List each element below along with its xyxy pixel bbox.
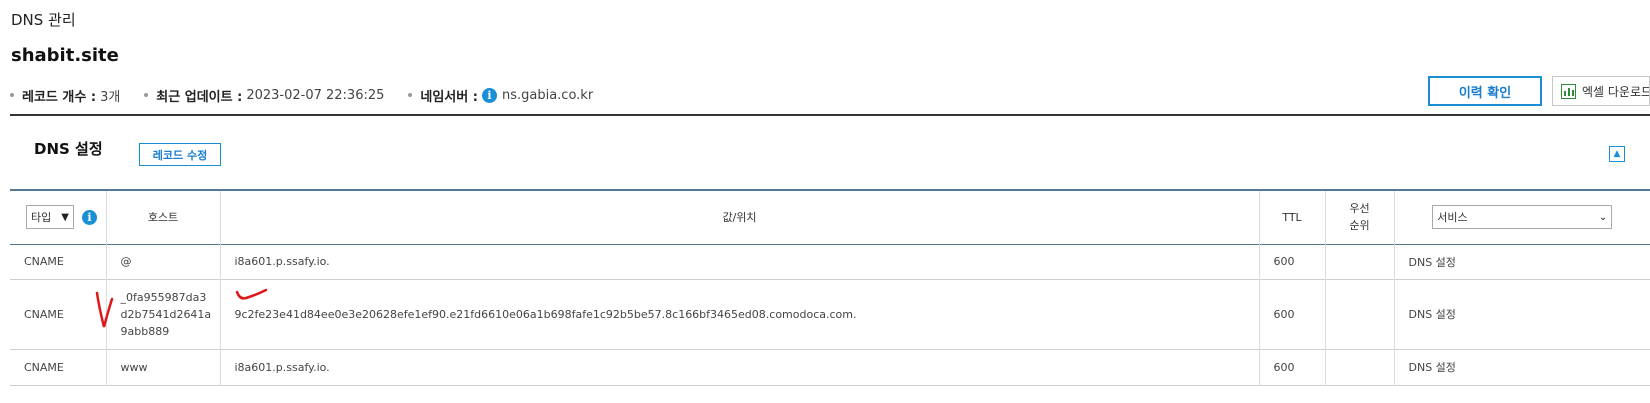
table-header-row: 타입 ▼ i 호스트 값/위치 TTL 우선 순위 서비스 ⌄ — [10, 190, 1650, 244]
host-cell: @ — [106, 244, 221, 279]
service-select-value: 서비스 — [1437, 211, 1468, 225]
excel-download-button[interactable]: 엑셀 다운로드 — [1552, 76, 1650, 106]
edit-records-button[interactable]: 레코드 수정 — [139, 143, 221, 166]
info-icon[interactable]: i — [82, 209, 97, 225]
priority-cell — [1325, 349, 1395, 385]
history-button[interactable]: 이력 확인 — [1428, 76, 1542, 106]
bullet-icon — [144, 93, 149, 97]
last-update: 최근 업데이트 : 2023-02-07 22:36:25 — [144, 86, 384, 105]
type-cell: CNAME — [10, 279, 107, 349]
record-count-label: 레코드 개수 : — [22, 89, 97, 105]
host-cell: _0fa955987da3d2b7541d2641a9abb889 — [106, 279, 221, 349]
type-select[interactable]: 타입 ▼ — [26, 205, 74, 230]
record-count-value: 3개 — [100, 89, 121, 105]
ttl-cell: 600 — [1259, 279, 1326, 349]
info-icon[interactable]: i — [481, 87, 497, 103]
page-title: shabit.site — [11, 45, 119, 66]
ttl-header: TTL — [1259, 190, 1326, 244]
divider — [10, 114, 1650, 116]
type-cell: CNAME — [10, 349, 107, 385]
service-header: 서비스 ⌄ — [1394, 190, 1650, 244]
chevron-down-icon: ▼ — [61, 211, 69, 223]
service-select[interactable]: 서비스 ⌄ — [1432, 205, 1613, 230]
bullet-icon — [408, 93, 413, 97]
service-cell: DNS 설정 — [1408, 361, 1456, 374]
type-header: 타입 ▼ i — [10, 190, 107, 244]
nameserver-label: 네임서버 : — [420, 89, 478, 105]
value-header: 값/위치 — [220, 190, 1260, 244]
table-row[interactable]: CNAME @ i8a601.p.ssafy.io. 600 DNS 설정 — [10, 244, 1650, 279]
ttl-cell: 600 — [1259, 244, 1326, 279]
chevron-down-icon: ⌄ — [1598, 211, 1608, 223]
host-value: _0fa955987da3d2b7541d2641a9abb889 — [120, 290, 212, 338]
last-update-label: 최근 업데이트 : — [156, 89, 243, 105]
excel-chart-icon — [1561, 83, 1576, 99]
domain-meta: 레코드 개수 : 3개 최근 업데이트 : 2023-02-07 22:36:2… — [10, 86, 617, 105]
host-cell: www — [106, 349, 221, 385]
table-row[interactable]: CNAME _0fa955987da3d2b7541d2641a9abb889 … — [10, 279, 1650, 349]
type-cell: CNAME — [10, 244, 107, 279]
value-cell: 9c2fe23e41d84ee0e3e20628efe1ef90.e21fd66… — [220, 279, 1260, 349]
collapse-icon[interactable]: ▲ — [1609, 146, 1625, 162]
priority-header: 우선 순위 — [1325, 190, 1395, 244]
host-header: 호스트 — [106, 190, 221, 244]
value-cell: i8a601.p.ssafy.io. — [220, 244, 1260, 279]
service-cell: DNS 설정 — [1408, 308, 1456, 321]
nameserver-value: ns.gabia.co.kr — [501, 87, 594, 103]
table-row[interactable]: CNAME www i8a601.p.ssafy.io. 600 DNS 설정 — [10, 349, 1650, 385]
service-cell: DNS 설정 — [1408, 255, 1456, 269]
priority-cell — [1325, 279, 1395, 349]
breadcrumb: DNS 관리 — [11, 11, 76, 29]
priority-cell — [1325, 244, 1395, 279]
type-select-value: 타입 — [31, 211, 52, 225]
last-update-value: 2023-02-07 22:36:25 — [246, 87, 385, 103]
value-cell: i8a601.p.ssafy.io. — [220, 349, 1260, 385]
dns-records-table: 타입 ▼ i 호스트 값/위치 TTL 우선 순위 서비스 ⌄ CNAME @ … — [10, 189, 1650, 386]
record-count: 레코드 개수 : 3개 — [10, 86, 120, 105]
ttl-cell: 600 — [1259, 349, 1326, 385]
nameserver: 네임서버 : i ns.gabia.co.kr — [408, 86, 593, 105]
excel-download-label: 엑셀 다운로드 — [1582, 84, 1650, 99]
section-title: DNS 설정 — [34, 140, 103, 158]
bullet-icon — [10, 93, 14, 97]
